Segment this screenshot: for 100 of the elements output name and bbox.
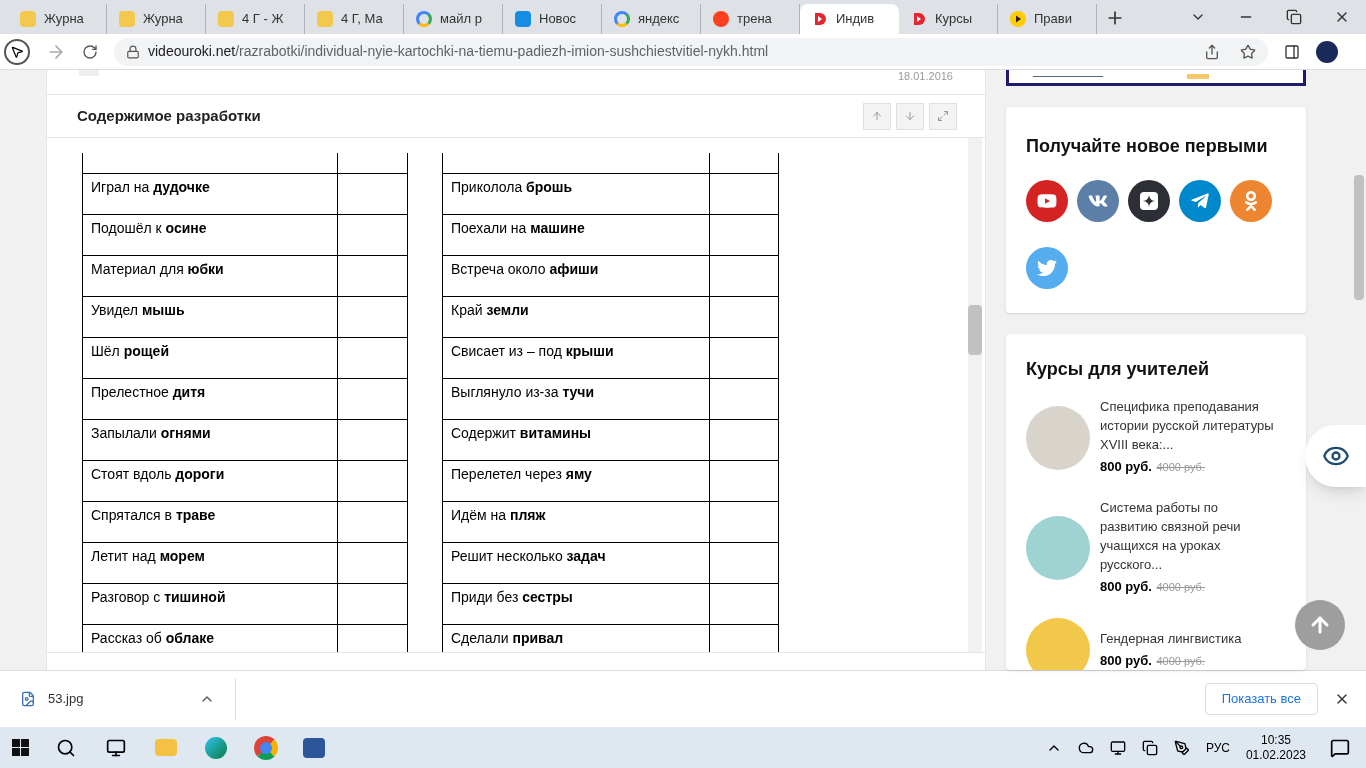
- table-cell: Свисает из – под крыши: [443, 338, 710, 379]
- table-cell: Стоят вдоль дороги: [83, 461, 338, 502]
- course-link[interactable]: Специфика преподавания истории русской литературы XVIII века:...: [1100, 397, 1275, 454]
- table-cell: [338, 502, 408, 543]
- table-cell: [710, 153, 779, 174]
- table-cell: Увидел мышь: [83, 297, 338, 338]
- scrollbar[interactable]: [968, 138, 982, 652]
- table-cell: Летит над морем: [83, 543, 338, 584]
- table-cell: [710, 543, 779, 584]
- share-icon[interactable]: [1204, 43, 1220, 60]
- table-cell: Выглянуло из-за тучи: [443, 379, 710, 420]
- table-cell: Спрятался в траве: [83, 502, 338, 543]
- table-cell: Край земли: [443, 297, 710, 338]
- fullscreen-button[interactable]: [929, 102, 957, 130]
- old-price: 4000 руб.: [1156, 461, 1205, 473]
- table-cell: Встреча около афиши: [443, 256, 710, 297]
- address-field[interactable]: videouroki.net/razrabotki/individual-nyie-kartochki-na-tiemu-padiezh-imion-sushchiestvitiel-nykh.html: [114, 37, 1268, 66]
- course-price: 800 руб.: [1100, 459, 1152, 474]
- star-icon[interactable]: [1240, 43, 1256, 60]
- play-logo-icon: [911, 11, 927, 27]
- course-link[interactable]: Система работы по развитию связной речи учащихся на уроках русского...: [1100, 498, 1275, 574]
- language-indicator[interactable]: РУС: [1205, 738, 1230, 757]
- table-cell: [710, 256, 779, 297]
- restore-icon[interactable]: [1286, 9, 1302, 25]
- old-price: 4000 руб.: [1156, 581, 1205, 593]
- notification-icon[interactable]: [1330, 737, 1350, 758]
- accessibility-eye-button[interactable]: [1305, 425, 1366, 487]
- table-cell: [338, 256, 408, 297]
- table-cell: [338, 338, 408, 379]
- document-icon: [20, 11, 36, 27]
- table-cell: [338, 297, 408, 338]
- publish-date: 18.01.2016: [897, 71, 953, 82]
- table-cell: [338, 461, 408, 502]
- play-icon: [1037, 191, 1057, 211]
- table-cell: Прелестное дитя: [83, 379, 338, 420]
- clock-time[interactable]: 10:35: [1260, 732, 1291, 748]
- table-cell: Материал для юбки: [83, 256, 338, 297]
- table-cell: Приди без сестры: [443, 584, 710, 625]
- document-icon: [119, 11, 135, 27]
- reload-icon[interactable]: [82, 43, 98, 60]
- table-cell: Перелетел через яму: [443, 461, 710, 502]
- circle-logo-icon: [713, 11, 729, 27]
- word-logo-icon[interactable]: [303, 737, 325, 758]
- table-cell: [710, 215, 779, 256]
- paper-plane-icon: [1190, 191, 1210, 211]
- browser-tab[interactable]: Индив: [800, 4, 899, 34]
- profile-avatar[interactable]: [1316, 40, 1338, 63]
- old-price: 4000 руб.: [1156, 654, 1205, 667]
- table-cell: Запылали огнями: [83, 420, 338, 461]
- table-cell: [710, 461, 779, 502]
- photo-placeholder: [1026, 618, 1090, 670]
- course-price: 800 руб.: [1100, 579, 1152, 594]
- show-all-button[interactable]: Показать все: [1204, 683, 1318, 715]
- expand-icon: [937, 110, 949, 122]
- table-cell: [338, 584, 408, 625]
- table-cell: [338, 543, 408, 584]
- edge-logo-icon[interactable]: [205, 736, 227, 759]
- ring-logo-icon: [614, 11, 630, 27]
- network-icon[interactable]: [1109, 739, 1126, 756]
- table-cell: [710, 297, 779, 338]
- ring-logo-icon: [416, 11, 432, 27]
- search-icon[interactable]: [56, 737, 76, 758]
- document-icon: [218, 11, 234, 27]
- table-cell: Приколола брошь: [443, 174, 710, 215]
- bird-icon: [1037, 258, 1057, 278]
- windows-logo-icon[interactable]: [12, 739, 29, 756]
- table-cell: Разговор с тишиной: [83, 584, 338, 625]
- download-filename[interactable]: 53.jpg: [48, 689, 187, 709]
- scroll-to-top-button[interactable]: [1295, 600, 1345, 650]
- table-cell: [338, 174, 408, 215]
- pen-icon[interactable]: [1173, 739, 1190, 756]
- course-link[interactable]: Гендерная лингвистика: [1100, 628, 1275, 648]
- table-cell: Поехали на машине: [443, 215, 710, 256]
- image-file-icon: [20, 691, 36, 707]
- play-logo-icon: [1010, 11, 1026, 27]
- table-cell: [338, 215, 408, 256]
- table-cell: Сделали привал: [443, 625, 710, 652]
- table-cell: [710, 379, 779, 420]
- table-cell: [710, 502, 779, 543]
- task-view-icon[interactable]: [106, 737, 126, 758]
- course-price: 800 руб.: [1100, 652, 1152, 668]
- square-logo-icon: [515, 11, 531, 27]
- table-cell: Подошёл к осине: [83, 215, 338, 256]
- play-logo-icon: [812, 11, 828, 27]
- device-icon[interactable]: [1141, 739, 1158, 756]
- table-cell: Играл на дудочке: [83, 174, 338, 215]
- social-button[interactable]: [1128, 180, 1170, 222]
- table-cell: Идём на пляж: [443, 502, 710, 543]
- chrome-logo-icon[interactable]: [254, 735, 278, 760]
- cursor-mode-button[interactable]: [4, 38, 30, 65]
- table-cell: [338, 153, 408, 174]
- side-panel-icon[interactable]: [1284, 43, 1300, 60]
- table-cell: Шёл рощей: [83, 338, 338, 379]
- table-cell: Рассказ об облаке: [83, 625, 338, 652]
- card-title: Курсы для учителей: [1026, 358, 1211, 381]
- table-cell: [710, 174, 779, 215]
- table-cell: [338, 420, 408, 461]
- table-cell: [710, 420, 779, 461]
- lock-icon: [126, 44, 140, 59]
- clock-date[interactable]: 01.02.2023: [1245, 747, 1306, 763]
